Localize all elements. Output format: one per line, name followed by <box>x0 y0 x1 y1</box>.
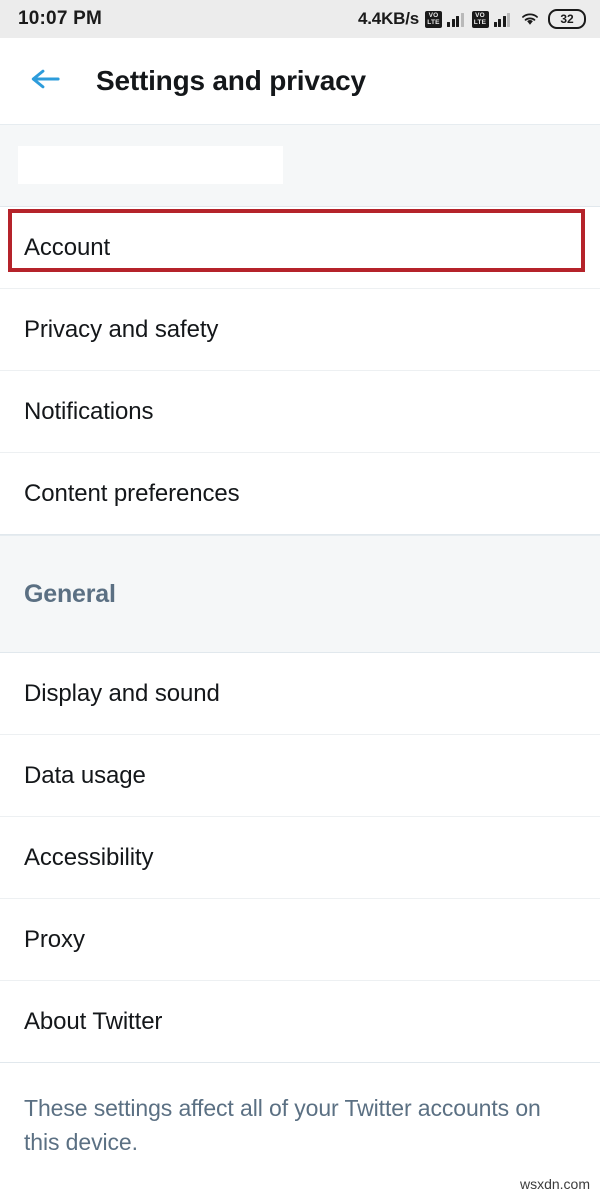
section-header-band-redacted <box>0 124 600 207</box>
list-item-label: Accessibility <box>24 843 154 871</box>
volte-icon: VO LTE <box>425 10 442 28</box>
signal-bars-icon <box>493 11 510 27</box>
footer: These settings affect all of your Twitte… <box>0 1063 600 1159</box>
watermark: wsxdn.com <box>519 1176 590 1192</box>
app-bar: Settings and privacy <box>0 38 600 124</box>
list-item-proxy[interactable]: Proxy <box>0 899 600 981</box>
volte-icon-top-text: VO <box>475 11 485 19</box>
list-item-label: About Twitter <box>24 1007 163 1035</box>
list-item-accessibility[interactable]: Accessibility <box>0 817 600 899</box>
list-item-label: Content preferences <box>24 479 240 507</box>
list-item-label: Display and sound <box>24 679 220 707</box>
battery-icon: 32 <box>548 9 586 29</box>
list-item-content-preferences[interactable]: Content preferences <box>0 453 600 535</box>
list-item-label: Account <box>24 233 111 261</box>
list-item-data-usage[interactable]: Data usage <box>0 735 600 817</box>
list-item-label: Data usage <box>24 761 146 789</box>
section-header-general: General <box>0 535 600 653</box>
list-item-notifications[interactable]: Notifications <box>0 371 600 453</box>
volte-icon-bottom-text: LTE <box>473 19 487 26</box>
footer-note: These settings affect all of your Twitte… <box>24 1095 541 1155</box>
back-button[interactable] <box>24 59 68 103</box>
list-item-display-and-sound[interactable]: Display and sound <box>0 653 600 735</box>
battery-level-label: 32 <box>560 12 574 26</box>
volte-icon-bottom-text: LTE <box>427 19 440 26</box>
list-item-account[interactable]: Account <box>0 207 600 289</box>
status-icons-group: 4.4KB/s VO LTE VO LTE 32 <box>358 9 586 29</box>
page-title: Settings and privacy <box>96 65 366 96</box>
status-clock: 10:07 PM <box>18 8 102 29</box>
settings-list-general: Display and sound Data usage Accessibili… <box>0 653 600 1063</box>
list-item-about-twitter[interactable]: About Twitter <box>0 981 600 1063</box>
redacted-section-title <box>18 146 283 184</box>
section-title-label: General <box>24 579 116 608</box>
list-item-label: Notifications <box>24 397 154 425</box>
volte-icon-top-text: VO <box>428 11 439 19</box>
signal-bars-icon <box>447 11 464 27</box>
list-item-label: Proxy <box>24 925 85 953</box>
back-arrow-icon <box>29 64 63 99</box>
network-speed-label: 4.4KB/s <box>358 9 419 28</box>
volte-icon: VO LTE <box>471 10 489 28</box>
wifi-icon <box>520 11 540 27</box>
status-bar: 10:07 PM 4.4KB/s VO LTE VO LTE 32 <box>0 0 600 38</box>
list-item-label: Privacy and safety <box>24 315 219 343</box>
list-item-privacy-and-safety[interactable]: Privacy and safety <box>0 289 600 371</box>
settings-list-account: Account Privacy and safety Notifications… <box>0 207 600 535</box>
